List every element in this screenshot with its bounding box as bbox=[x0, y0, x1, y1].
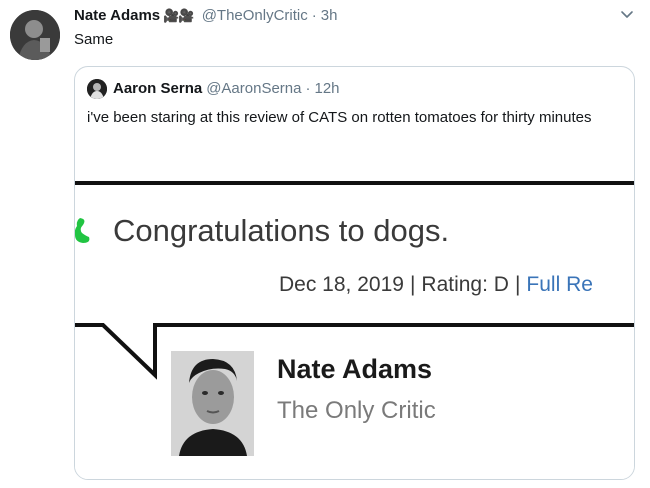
review-meta: Dec 18, 2019 | Rating: D | Full Re bbox=[279, 271, 593, 299]
quoted-tweet-card[interactable]: Aaron Serna @AaronSerna · 12h i've been st… bbox=[74, 66, 635, 480]
review-screenshot[interactable]: Congratulations to dogs. Dec 18, 2019 | Ra… bbox=[75, 181, 634, 479]
quoted-tweet-timestamp[interactable]: 12h bbox=[314, 79, 339, 99]
author-handle[interactable]: @TheOnlyCritic bbox=[202, 7, 308, 24]
critic-photo bbox=[171, 351, 254, 456]
quoted-tweet-text: i've been staring at this review of CATS… bbox=[87, 109, 592, 126]
tweet-timestamp[interactable]: 3h bbox=[321, 7, 338, 24]
tweet-header: Nate Adams 🎥🎥 @TheOnlyCritic · 3h bbox=[74, 6, 337, 26]
quoted-tweet-header: Aaron Serna @AaronSerna · 12h bbox=[87, 79, 340, 99]
full-review-link: Full Re bbox=[526, 273, 593, 296]
quoted-author-handle[interactable]: @AaronSerna bbox=[206, 79, 301, 99]
quoted-author-avatar[interactable] bbox=[87, 79, 107, 99]
separator-dot: · bbox=[305, 80, 311, 97]
name-emoji: 🎥🎥 bbox=[163, 8, 194, 23]
chevron-down-icon[interactable] bbox=[619, 8, 635, 22]
meta-separator: | bbox=[409, 273, 416, 296]
separator-dot: · bbox=[311, 7, 317, 24]
critic-name: Nate Adams bbox=[277, 354, 433, 384]
author-name[interactable]: Nate Adams bbox=[74, 7, 160, 24]
rotten-splat-icon bbox=[75, 218, 90, 243]
meta-separator: | bbox=[514, 273, 521, 296]
quoted-author-name[interactable]: Aaron Serna bbox=[113, 79, 202, 99]
review-date: Dec 18, 2019 bbox=[279, 273, 404, 296]
tweet-text: Same bbox=[74, 31, 114, 48]
top-divider bbox=[75, 181, 634, 185]
review-rating: Rating: D bbox=[421, 273, 509, 296]
critic-publication: The Only Critic bbox=[277, 397, 436, 424]
review-quote: Congratulations to dogs. bbox=[113, 213, 450, 248]
author-avatar[interactable] bbox=[10, 10, 60, 60]
